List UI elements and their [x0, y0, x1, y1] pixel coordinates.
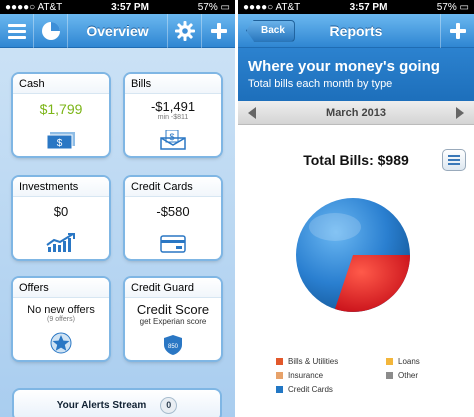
plus-icon [449, 22, 466, 39]
reports-screen: ●●●●○ AT&T 3:57 PM 57% ▭ Back Reports Wh… [238, 0, 474, 417]
battery-icon: ▭ [459, 1, 469, 13]
reports-button[interactable] [34, 13, 68, 48]
report-banner: Where your money's going Total bills eac… [238, 48, 474, 101]
investments-value: $0 [53, 204, 69, 219]
next-month-arrow-icon[interactable] [456, 106, 464, 119]
signal-icon: ●●●●○ [243, 1, 274, 13]
offers-card[interactable]: Offers No new offers (9 offers) [13, 278, 109, 360]
growth-chart-icon [46, 233, 75, 252]
credit-card-icon [160, 235, 186, 253]
legend-item: Other [386, 371, 456, 380]
legend-swatch [276, 358, 283, 365]
gear-icon [174, 20, 195, 41]
legend-item: Bills & Utilities [276, 357, 376, 366]
legend-swatch [386, 358, 393, 365]
bills-card[interactable]: Bills -$1,491 min -$811 $ [125, 74, 221, 156]
plus-icon [210, 22, 227, 39]
add-button[interactable] [201, 13, 235, 48]
legend-label: Bills & Utilities [288, 357, 339, 366]
cash-value: $1,799 [39, 101, 83, 117]
legend-item: Credit Cards [276, 385, 376, 394]
settings-button[interactable] [167, 13, 201, 48]
signal-icon: ●●●●○ [5, 1, 36, 13]
offers-count: (9 offers) [47, 316, 75, 323]
alerts-count-badge: 0 [160, 396, 178, 414]
legend-item: Loans [386, 357, 456, 366]
alerts-label: Your Alerts Stream [56, 399, 147, 411]
menu-button[interactable] [0, 13, 34, 48]
cash-card-title: Cash [13, 74, 109, 94]
offers-value: No new offers [27, 304, 95, 316]
bills-pie-chart [296, 198, 410, 312]
report-subheading: Total bills each month by type [248, 78, 393, 90]
legend-swatch [276, 372, 283, 379]
credit-cards-card[interactable]: Credit Cards -$580 [125, 177, 221, 259]
offers-card-title: Offers [13, 278, 109, 298]
svg-text:$: $ [169, 132, 174, 142]
legend-label: Loans [398, 357, 420, 366]
credit-score-label: Credit Score [136, 302, 210, 317]
battery-label: 57% [436, 1, 457, 13]
money-icon: $ [47, 132, 75, 150]
chart-menu-button[interactable] [442, 149, 466, 171]
battery-label: 57% [197, 1, 218, 13]
bills-card-title: Bills [125, 74, 221, 94]
chart-legend: Bills & Utilities Loans Insurance Other … [276, 357, 456, 399]
status-bar: ●●●●○ AT&T 3:57 PM 57% ▭ [0, 0, 235, 14]
prev-month-arrow-icon[interactable] [248, 106, 256, 119]
investments-card[interactable]: Investments $0 [13, 177, 109, 259]
credit-cards-value: -$580 [156, 204, 190, 219]
clock: 3:57 PM [111, 1, 149, 13]
credit-guard-card[interactable]: Credit Guard Credit Score get Experian s… [125, 278, 221, 360]
alerts-stream-button[interactable]: Your Alerts Stream 0 [14, 390, 220, 417]
legend-swatch [386, 372, 393, 379]
legend-swatch [276, 386, 283, 393]
hamburger-icon [7, 23, 26, 39]
bills-value: -$1,491 [150, 99, 196, 114]
star-icon [50, 332, 72, 354]
add-button[interactable] [440, 13, 474, 48]
credit-score-sub: get Experian score [139, 317, 207, 326]
month-label: March 2013 [326, 106, 386, 119]
carrier-label: AT&T [37, 1, 63, 13]
credit-guard-card-title: Credit Guard [125, 278, 221, 298]
legend-label: Credit Cards [288, 385, 333, 394]
total-bills: Total Bills: $989 [303, 152, 409, 168]
month-selector: March 2013 [238, 101, 474, 125]
battery-icon: ▭ [220, 1, 230, 13]
carrier-label: AT&T [275, 1, 301, 13]
svg-text:$: $ [57, 138, 63, 149]
legend-label: Other [398, 371, 419, 380]
legend-label: Insurance [288, 371, 324, 380]
pie-chart-icon [41, 21, 60, 40]
investments-card-title: Investments [13, 177, 109, 197]
shield-badge-text: 850 [168, 344, 179, 350]
cash-card[interactable]: Cash $1,799 $ [13, 74, 109, 156]
clock: 3:57 PM [349, 1, 388, 13]
envelope-icon: $ [160, 130, 186, 150]
credit-cards-card-title: Credit Cards [125, 177, 221, 197]
nav-bar: Back Reports [238, 13, 474, 48]
bills-min: min -$811 [157, 114, 189, 121]
legend-item: Insurance [276, 371, 376, 380]
nav-bar: Overview [0, 13, 235, 48]
report-heading: Where your money's going [248, 58, 440, 75]
list-icon [448, 155, 460, 157]
shield-icon: 850 [164, 335, 182, 355]
pie-highlight [309, 213, 361, 241]
overview-screen: ●●●●○ AT&T 3:57 PM 57% ▭ Overview Cash $… [0, 0, 235, 417]
back-button[interactable]: Back [246, 19, 295, 42]
status-bar: ●●●●○ AT&T 3:57 PM 57% ▭ [238, 0, 474, 14]
